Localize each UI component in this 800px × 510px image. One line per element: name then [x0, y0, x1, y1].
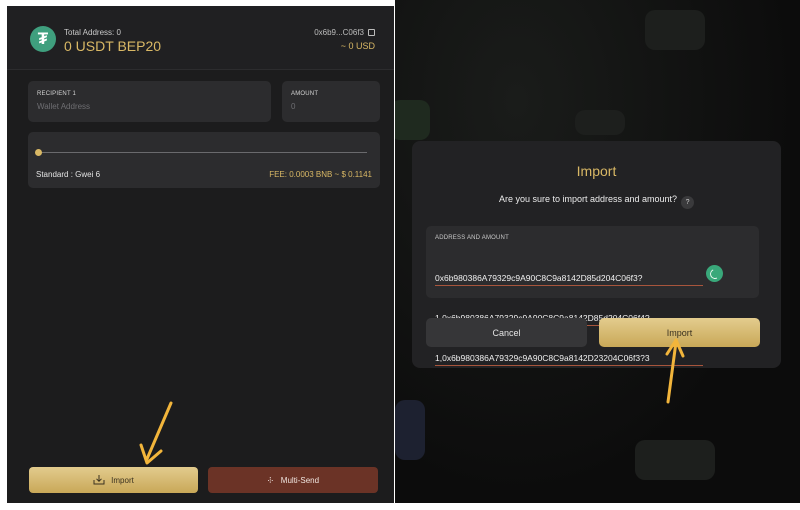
download-icon: [93, 475, 105, 485]
fee-slider-track[interactable]: [39, 152, 367, 153]
fee-selector: Standard : Gwei 6 FEE: 0.0003 BNB ~ $ 0.…: [28, 132, 380, 188]
textarea-label: ADDRESS AND AMOUNT: [435, 235, 509, 241]
amount-field[interactable]: AMOUNT 0: [282, 81, 380, 122]
import-screen: Import Are you sure to import address an…: [395, 0, 800, 503]
recipient-field[interactable]: RECIPIENT 1 Wallet Address: [28, 81, 271, 122]
pointer-arrow-icon: [139, 401, 173, 465]
dialog-title: Import: [576, 163, 617, 179]
amount-label: AMOUNT: [291, 91, 319, 97]
blurred-shape: [395, 100, 430, 140]
import-dialog: Import Are you sure to import address an…: [412, 141, 781, 368]
cancel-button[interactable]: Cancel: [426, 318, 587, 347]
tether-logo-icon: ₮: [30, 26, 56, 52]
pointer-arrow-icon: [665, 338, 685, 404]
help-icon[interactable]: ?: [681, 196, 695, 209]
total-address-label: Total Address: 0: [64, 28, 121, 37]
token-balance: 0 USDT BEP20: [64, 38, 161, 54]
network-label: BEP20: [117, 38, 162, 54]
blurred-shape: [635, 440, 715, 480]
wallet-address[interactable]: 0x6b9...C06f3: [314, 28, 375, 37]
copy-icon[interactable]: [368, 29, 375, 36]
wallet-address-text: 0x6b9...C06f3: [314, 28, 364, 37]
textarea-line: 0x6b980386A79329c9A90C8C9a8142D85d204C06…: [435, 272, 703, 286]
amount-input[interactable]: 0: [291, 102, 295, 111]
dialog-question: Are you sure to import address and amoun…: [412, 194, 781, 209]
fee-amount: FEE: 0.0003 BNB ~ $ 0.1141: [269, 170, 372, 179]
dialog-question-text: Are you sure to import address and amoun…: [498, 194, 678, 204]
blurred-shape: [395, 400, 425, 460]
address-amount-textarea[interactable]: ADDRESS AND AMOUNT 0x6b980386A79329c9A90…: [426, 226, 759, 366]
blurred-shape: [575, 110, 625, 135]
multi-send-button[interactable]: ·⁝· Multi-Send: [208, 467, 378, 493]
import-button-label: Import: [111, 475, 134, 485]
recipient-input[interactable]: Wallet Address: [37, 102, 90, 111]
send-panel: ₮ Total Address: 0 0 USDT BEP20 0x6b9...…: [7, 6, 394, 503]
wallet-header: ₮ Total Address: 0 0 USDT BEP20 0x6b9...…: [7, 6, 394, 70]
blurred-shape: [645, 10, 705, 50]
grammar-extension-icon[interactable]: [706, 265, 723, 282]
fee-speed-label: Standard : Gwei 6: [36, 170, 101, 179]
multi-send-icon: ·⁝·: [266, 474, 274, 485]
recipient-label: RECIPIENT 1: [37, 91, 77, 97]
balance-value: 0 USDT: [64, 38, 114, 54]
multi-send-label: Multi-Send: [280, 475, 320, 485]
usd-value: ~ 0 USD: [340, 41, 375, 51]
fee-slider-handle[interactable]: [35, 149, 42, 156]
